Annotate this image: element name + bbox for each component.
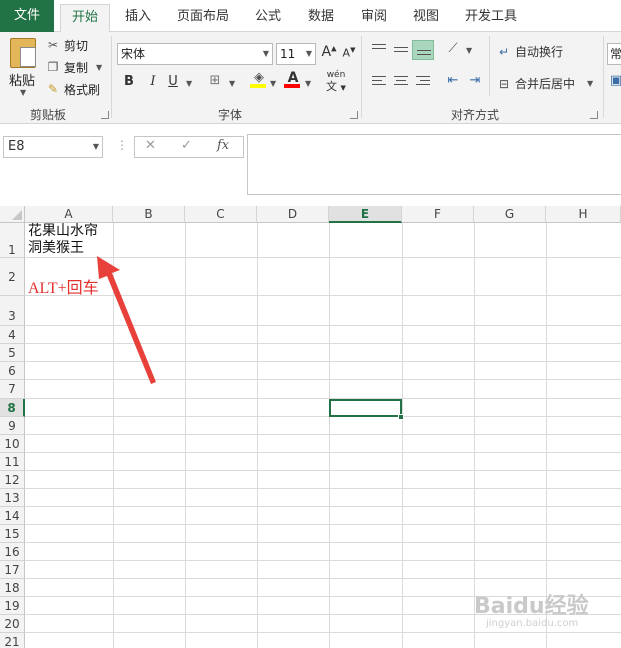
tab-insert[interactable]: 插入 [114, 4, 162, 32]
increase-indent-icon[interactable]: ⇥ [466, 73, 484, 88]
merge-center-label: 合并后居中 [515, 77, 576, 91]
ribbon-home: 粘贴 ▼ ✂ 剪切 ❐ 复制 ▼ ✎ 格式刷 剪贴板 宋体 ▼ 11 ▼ A▲ … [0, 32, 621, 124]
shrink-font-icon: A [342, 46, 351, 60]
cut-label: 剪切 [64, 38, 89, 53]
wrap-text-label: 自动换行 [515, 45, 564, 59]
italic-button[interactable]: I [144, 74, 162, 89]
formula-bar: E8 ▼ ⋮ ✕ ✓ fx [0, 124, 621, 206]
close-icon[interactable]: ✕ [145, 138, 156, 153]
font-group-label: 字体 [217, 108, 242, 122]
orientation-dropdown-icon[interactable]: ▼ [466, 46, 472, 55]
number-format-icon[interactable]: ▣ [607, 73, 621, 88]
font-color-dropdown-icon[interactable]: ▼ [305, 79, 311, 88]
worksheet-grid[interactable]: A B C D E F G H 1 2 3 4 5 6 7 8 9 10 11 … [0, 206, 621, 648]
drag-handle-icon[interactable]: ⋮ [116, 138, 128, 152]
font-family-select[interactable]: 宋体 ▼ [117, 43, 273, 65]
group-divider [111, 36, 112, 118]
chevron-down-icon[interactable]: ▼ [263, 44, 269, 64]
grow-font-button[interactable]: A▲ [320, 44, 338, 60]
number-format-select[interactable]: 常 [607, 43, 621, 65]
tab-review[interactable]: 审阅 [352, 4, 396, 32]
ribbon-tab-bar: 文件 开始 插入 页面布局 公式 数据 审阅 视图 开发工具 [0, 0, 621, 33]
paste-icon[interactable] [10, 38, 36, 68]
align-right-button[interactable] [412, 72, 434, 92]
merge-dropdown-icon[interactable]: ▼ [587, 79, 593, 88]
alignment-group-label: 对齐方式 [450, 108, 499, 122]
insert-function-button[interactable]: fx [217, 138, 229, 153]
cut-button[interactable]: ✂ 剪切 [46, 36, 88, 54]
check-icon[interactable]: ✓ [181, 138, 192, 153]
fill-color-button[interactable]: ◈ [250, 70, 268, 88]
bold-button[interactable]: B [120, 74, 138, 89]
group-divider [361, 36, 362, 118]
shrink-font-button[interactable]: A▼ [340, 46, 358, 60]
tab-page-layout[interactable]: 页面布局 [170, 4, 236, 32]
align-top-button[interactable] [368, 40, 390, 60]
chevron-down-icon[interactable]: ▼ [93, 137, 99, 157]
wrap-text-icon: ↵ [498, 44, 510, 59]
name-box-value: E8 [8, 139, 25, 154]
formula-input[interactable] [247, 134, 621, 195]
active-cell-e8[interactable] [329, 399, 402, 417]
formula-buttons: ✕ ✓ fx [134, 136, 244, 158]
paintbrush-icon: ✎ [47, 82, 59, 96]
annotation-arrow-icon [97, 256, 156, 384]
align-bottom-button[interactable] [412, 40, 434, 60]
decrease-indent-icon[interactable]: ⇤ [444, 73, 462, 88]
tab-formulas[interactable]: 公式 [246, 4, 290, 32]
underline-dropdown-icon[interactable]: ▼ [186, 79, 192, 88]
merge-cells-icon: ⊟ [498, 76, 510, 91]
alignment-launcher-icon[interactable] [590, 111, 598, 119]
border-dropdown-icon[interactable]: ▼ [229, 79, 235, 88]
copy-button[interactable]: ❐ 复制 ▼ [46, 58, 106, 76]
tab-home[interactable]: 开始 [60, 4, 110, 33]
font-launcher-icon[interactable] [350, 111, 358, 119]
wrap-text-button[interactable]: ↵ 自动换行 [497, 43, 563, 60]
name-box[interactable]: E8 ▼ [3, 136, 103, 158]
format-painter-button[interactable]: ✎ 格式刷 [46, 80, 100, 98]
format-painter-label: 格式刷 [64, 82, 101, 97]
tab-file[interactable]: 文件 [0, 0, 54, 32]
baidu-watermark-url: jingyan.baidu.com [486, 618, 579, 629]
font-color-button[interactable]: A [284, 70, 302, 88]
tab-data[interactable]: 数据 [298, 4, 344, 32]
paint-bucket-icon: ◈ [254, 70, 264, 85]
baidu-watermark: Baidu经验 [474, 594, 589, 619]
font-size-value: 11 [280, 47, 296, 61]
font-size-select[interactable]: 11 ▼ [276, 43, 316, 65]
copy-dropdown-icon[interactable]: ▼ [92, 63, 106, 72]
tab-view[interactable]: 视图 [404, 4, 448, 32]
paste-button-label[interactable]: 粘贴 [9, 70, 35, 89]
phonetic-guide-button[interactable]: wén 文 ▼ [322, 70, 350, 94]
tab-developer[interactable]: 开发工具 [458, 4, 524, 32]
copy-label: 复制 [64, 60, 89, 75]
chevron-down-icon[interactable]: ▼ [306, 44, 312, 64]
font-family-value: 宋体 [121, 47, 146, 61]
align-center-button[interactable] [390, 72, 412, 92]
paste-dropdown-icon[interactable]: ▼ [20, 88, 26, 97]
clipboard-launcher-icon[interactable] [101, 111, 109, 119]
border-icon[interactable]: ⊞ [206, 73, 224, 88]
group-divider [603, 36, 604, 118]
underline-button[interactable]: U [164, 74, 182, 89]
clipboard-group-label: 剪贴板 [29, 108, 66, 122]
group-divider [489, 36, 490, 96]
fill-handle[interactable] [398, 414, 404, 420]
font-color-icon: A [287, 70, 299, 86]
align-middle-button[interactable] [390, 40, 412, 60]
orientation-icon[interactable]: ⟋ [444, 41, 462, 56]
align-left-button[interactable] [368, 72, 390, 92]
merge-center-button[interactable]: ⊟ 合并后居中 ▼ [497, 75, 593, 92]
grow-font-icon: A [321, 44, 332, 60]
copy-icon: ❐ [47, 60, 59, 74]
fill-dropdown-icon[interactable]: ▼ [270, 79, 276, 88]
scissors-icon: ✂ [47, 38, 59, 52]
